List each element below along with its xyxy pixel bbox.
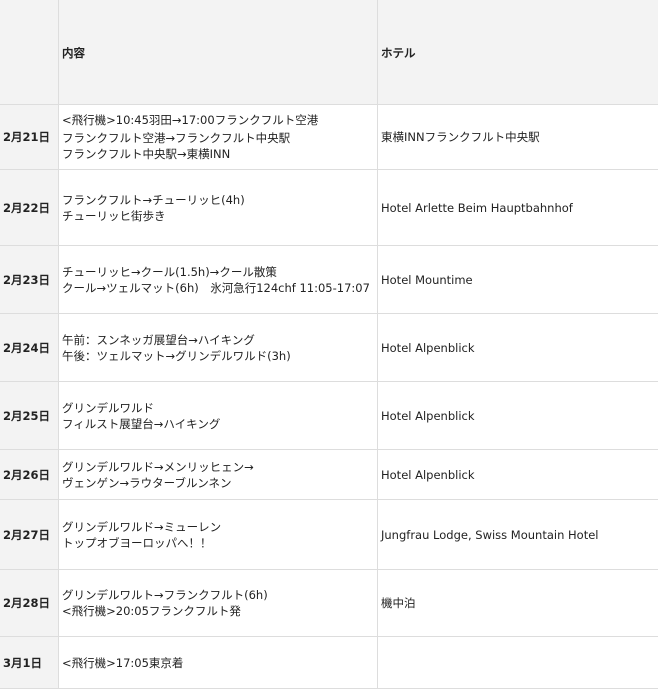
content-line: <飛行機>10:45羽田→17:00フランクフルト空港: [62, 112, 374, 128]
content-line: グリンデルワルト→フランクフルト(6h): [62, 587, 374, 603]
header-hotel: ホテル: [378, 0, 658, 105]
date-cell: 2月23日: [0, 246, 59, 314]
content-line: グリンデルワルド: [62, 400, 374, 416]
hotel-cell: Hotel Mountime: [378, 246, 658, 314]
content-cell: フランクフルト→チューリッヒ(4h) チューリッヒ街歩き: [59, 170, 378, 246]
date-cell: 2月22日: [0, 170, 59, 246]
hotel-cell: [378, 637, 658, 689]
content-line: フランクフルト中央駅→東横INN: [62, 146, 374, 162]
table-row: 2月26日 グリンデルワルド→メンリッヒェン→ ヴェンゲン→ラウターブルンネン …: [0, 450, 658, 500]
hotel-cell: Hotel Alpenblick: [378, 314, 658, 382]
table-row: 2月24日 午前：スンネッガ展望台→ハイキング 午後：ツェルマット→グリンデルワ…: [0, 314, 658, 382]
date-cell: 2月24日: [0, 314, 59, 382]
content-cell: グリンデルワルト→フランクフルト(6h) <飛行機>20:05フランクフルト発: [59, 570, 378, 637]
header-date: [0, 0, 59, 105]
header-row: 内容 ホテル: [0, 0, 658, 105]
hotel-cell: Jungfrau Lodge, Swiss Mountain Hotel: [378, 500, 658, 570]
hotel-cell: Hotel Arlette Beim Hauptbahnhof: [378, 170, 658, 246]
content-cell: <飛行機>10:45羽田→17:00フランクフルト空港 フランクフルト空港→フラ…: [59, 105, 378, 170]
content-line: ヴェンゲン→ラウターブルンネン: [62, 475, 374, 491]
content-cell: <飛行機>17:05東京着: [59, 637, 378, 689]
hotel-cell: 東横INNフランクフルト中央駅: [378, 105, 658, 170]
content-line: グリンデルワルド→メンリッヒェン→: [62, 459, 374, 475]
content-line: フランクフルト空港→フランクフルト中央駅: [62, 130, 374, 146]
date-cell: 2月28日: [0, 570, 59, 637]
date-cell: 2月26日: [0, 450, 59, 500]
content-line: フランクフルト→チューリッヒ(4h): [62, 192, 374, 208]
content-line: チューリッヒ街歩き: [62, 208, 374, 224]
content-cell: 午前：スンネッガ展望台→ハイキング 午後：ツェルマット→グリンデルワルド(3h): [59, 314, 378, 382]
content-line: グリンデルワルド→ミューレン: [62, 519, 374, 535]
date-cell: 2月25日: [0, 382, 59, 450]
content-line: <飛行機>20:05フランクフルト発: [62, 603, 374, 619]
table-row: 3月1日 <飛行機>17:05東京着: [0, 637, 658, 689]
content-line: フィルスト展望台→ハイキング: [62, 416, 374, 432]
table-row: 2月22日 フランクフルト→チューリッヒ(4h) チューリッヒ街歩き Hotel…: [0, 170, 658, 246]
hotel-cell: Hotel Alpenblick: [378, 382, 658, 450]
table-row: 2月23日 チューリッヒ→クール(1.5h)→クール散策 クール→ツェルマット(…: [0, 246, 658, 314]
table-row: 2月28日 グリンデルワルト→フランクフルト(6h) <飛行機>20:05フラン…: [0, 570, 658, 637]
hotel-cell: 機中泊: [378, 570, 658, 637]
table-row: 2月21日 <飛行機>10:45羽田→17:00フランクフルト空港 フランクフル…: [0, 105, 658, 170]
date-cell: 2月21日: [0, 105, 59, 170]
content-line: 午前：スンネッガ展望台→ハイキング: [62, 332, 374, 348]
table-row: 2月27日 グリンデルワルド→ミューレン トップオブヨーロッパへ！！ Jungf…: [0, 500, 658, 570]
content-line: クール→ツェルマット(6h) 氷河急行124chf 11:05-17:07: [62, 280, 374, 296]
content-cell: グリンデルワルド フィルスト展望台→ハイキング: [59, 382, 378, 450]
itinerary-table: 内容 ホテル 2月21日 <飛行機>10:45羽田→17:00フランクフルト空港…: [0, 0, 658, 689]
content-cell: グリンデルワルド→ミューレン トップオブヨーロッパへ！！: [59, 500, 378, 570]
date-cell: 2月27日: [0, 500, 59, 570]
date-cell: 3月1日: [0, 637, 59, 689]
content-line: トップオブヨーロッパへ！！: [62, 535, 374, 551]
table-row: 2月25日 グリンデルワルド フィルスト展望台→ハイキング Hotel Alpe…: [0, 382, 658, 450]
content-cell: チューリッヒ→クール(1.5h)→クール散策 クール→ツェルマット(6h) 氷河…: [59, 246, 378, 314]
content-line: チューリッヒ→クール(1.5h)→クール散策: [62, 264, 374, 280]
hotel-cell: Hotel Alpenblick: [378, 450, 658, 500]
content-cell: グリンデルワルド→メンリッヒェン→ ヴェンゲン→ラウターブルンネン: [59, 450, 378, 500]
content-line: 午後：ツェルマット→グリンデルワルド(3h): [62, 348, 374, 364]
header-content: 内容: [59, 0, 378, 105]
content-line: <飛行機>17:05東京着: [62, 655, 374, 671]
